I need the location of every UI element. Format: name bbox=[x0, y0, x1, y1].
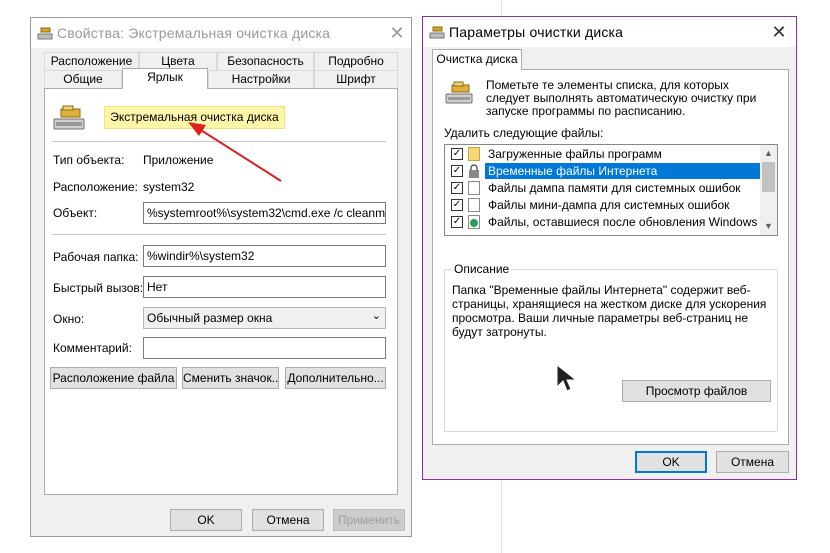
comment-label: Комментарий: bbox=[53, 341, 132, 355]
view-files-button[interactable]: Просмотр файлов bbox=[622, 380, 771, 402]
tab-security[interactable]: Безопасность bbox=[217, 52, 314, 70]
apply-button[interactable]: Применить bbox=[333, 509, 405, 531]
advanced-button[interactable]: Дополнительно... bbox=[285, 367, 386, 389]
list-item[interactable]: ✓ Временные файлы Интернета bbox=[448, 163, 761, 180]
target-label: Объект: bbox=[53, 206, 98, 220]
list-item-label: Временные файлы Интернета bbox=[485, 163, 761, 179]
tab-shortcut[interactable]: Ярлык bbox=[122, 68, 208, 89]
run-select-value: Обычный размер окна bbox=[147, 311, 273, 325]
cancel-button[interactable]: Отмена bbox=[716, 451, 789, 473]
list-item[interactable]: ✓ Файлы дампа памяти для системных ошибо… bbox=[448, 180, 761, 197]
disk-cleanup-settings-window: Параметры очистки диска ✕ Очистка диска … bbox=[422, 16, 797, 480]
files-list[interactable]: ✓ Загруженные файлы программ ✓ Временные… bbox=[444, 144, 778, 236]
ok-button[interactable]: OK bbox=[635, 451, 707, 473]
hotkey-input[interactable]: Нет bbox=[143, 276, 386, 298]
list-item-label: Файлы дампа памяти для системных ошибок bbox=[488, 181, 741, 195]
file-icon bbox=[468, 198, 480, 212]
separator bbox=[52, 234, 386, 235]
disk-cleanup-icon bbox=[429, 26, 445, 39]
checkbox[interactable]: ✓ bbox=[451, 148, 463, 160]
hotkey-label: Быстрый вызов: bbox=[53, 281, 144, 295]
chevron-down-icon: ⌄ bbox=[371, 310, 381, 322]
change-icon-button[interactable]: Сменить значок... bbox=[182, 367, 279, 389]
title-bar[interactable]: Свойства: Экстремальная очистка диска ✕ bbox=[31, 18, 411, 48]
target-input[interactable]: %systemroot%\system32\cmd.exe /c cleanmg… bbox=[143, 202, 386, 224]
description-title: Описание bbox=[452, 262, 512, 276]
files-to-delete-label: Удалить следующие файлы: bbox=[444, 126, 604, 140]
cancel-button[interactable]: Отмена bbox=[252, 509, 324, 531]
object-type-label: Тип объекта: bbox=[53, 153, 125, 167]
lock-icon bbox=[469, 164, 479, 178]
title-bar[interactable]: Параметры очистки диска ✕ bbox=[423, 17, 796, 47]
scrollbar-thumb[interactable] bbox=[762, 162, 775, 192]
checkbox[interactable]: ✓ bbox=[451, 216, 463, 228]
list-scrollbar[interactable]: ▲ ▼ bbox=[760, 145, 777, 235]
tab-details[interactable]: Подробно bbox=[314, 52, 398, 70]
start-in-input[interactable]: %windir%\system32 bbox=[143, 245, 386, 267]
chevron-down-icon[interactable]: ▼ bbox=[760, 218, 777, 235]
ok-button[interactable]: OK bbox=[170, 509, 242, 531]
checkbox[interactable]: ✓ bbox=[451, 199, 463, 211]
disk-cleanup-icon bbox=[445, 81, 473, 104]
folder-icon bbox=[468, 147, 480, 161]
open-file-location-button[interactable]: Расположение файла bbox=[50, 367, 177, 389]
start-in-label: Рабочая папка: bbox=[53, 250, 139, 264]
list-item[interactable]: ✓ Загруженные файлы программ bbox=[448, 146, 761, 163]
list-item-label: Файлы, оставшиеся после обновления Windo… bbox=[488, 215, 758, 229]
tab-general[interactable]: Общие bbox=[44, 70, 122, 88]
tab-font[interactable]: Шрифт bbox=[314, 70, 398, 88]
intro-text: Пометьте те элементы списка, для которых… bbox=[486, 78, 757, 118]
comment-input[interactable] bbox=[143, 337, 386, 359]
description-text: Папка "Временные файлы Интернета" содерж… bbox=[452, 283, 767, 339]
windows-update-icon bbox=[468, 215, 480, 229]
run-label: Окно: bbox=[53, 312, 85, 326]
disk-cleanup-icon bbox=[53, 105, 85, 130]
window-title: Свойства: Экстремальная очистка диска bbox=[57, 25, 331, 41]
list-item-label: Загруженные файлы программ bbox=[488, 147, 662, 161]
close-icon[interactable]: ✕ bbox=[769, 22, 789, 42]
annotation-arrow bbox=[188, 122, 282, 182]
list-item[interactable]: ✓ Файлы мини-дампа для системных ошибок bbox=[448, 197, 761, 214]
checkbox[interactable]: ✓ bbox=[451, 182, 463, 194]
disk-cleanup-icon bbox=[37, 27, 53, 40]
list-item-label: Файлы мини-дампа для системных ошибок bbox=[488, 198, 730, 212]
location-label: Расположение: bbox=[53, 180, 138, 194]
checkbox[interactable]: ✓ bbox=[451, 165, 463, 177]
mouse-cursor-icon bbox=[556, 363, 578, 392]
run-select[interactable]: Обычный размер окна ⌄ bbox=[143, 307, 386, 329]
list-item[interactable]: ✓ Файлы, оставшиеся после обновления Win… bbox=[448, 214, 761, 231]
chevron-up-icon[interactable]: ▲ bbox=[760, 145, 777, 162]
window-title: Параметры очистки диска bbox=[449, 24, 624, 40]
file-icon bbox=[468, 181, 480, 195]
tab-options[interactable]: Настройки bbox=[208, 70, 314, 88]
tab-disk-cleanup[interactable]: Очистка диска bbox=[432, 49, 522, 70]
close-icon[interactable]: ✕ bbox=[387, 23, 407, 43]
shortcut-properties-window: Свойства: Экстремальная очистка диска ✕ … bbox=[30, 17, 412, 537]
